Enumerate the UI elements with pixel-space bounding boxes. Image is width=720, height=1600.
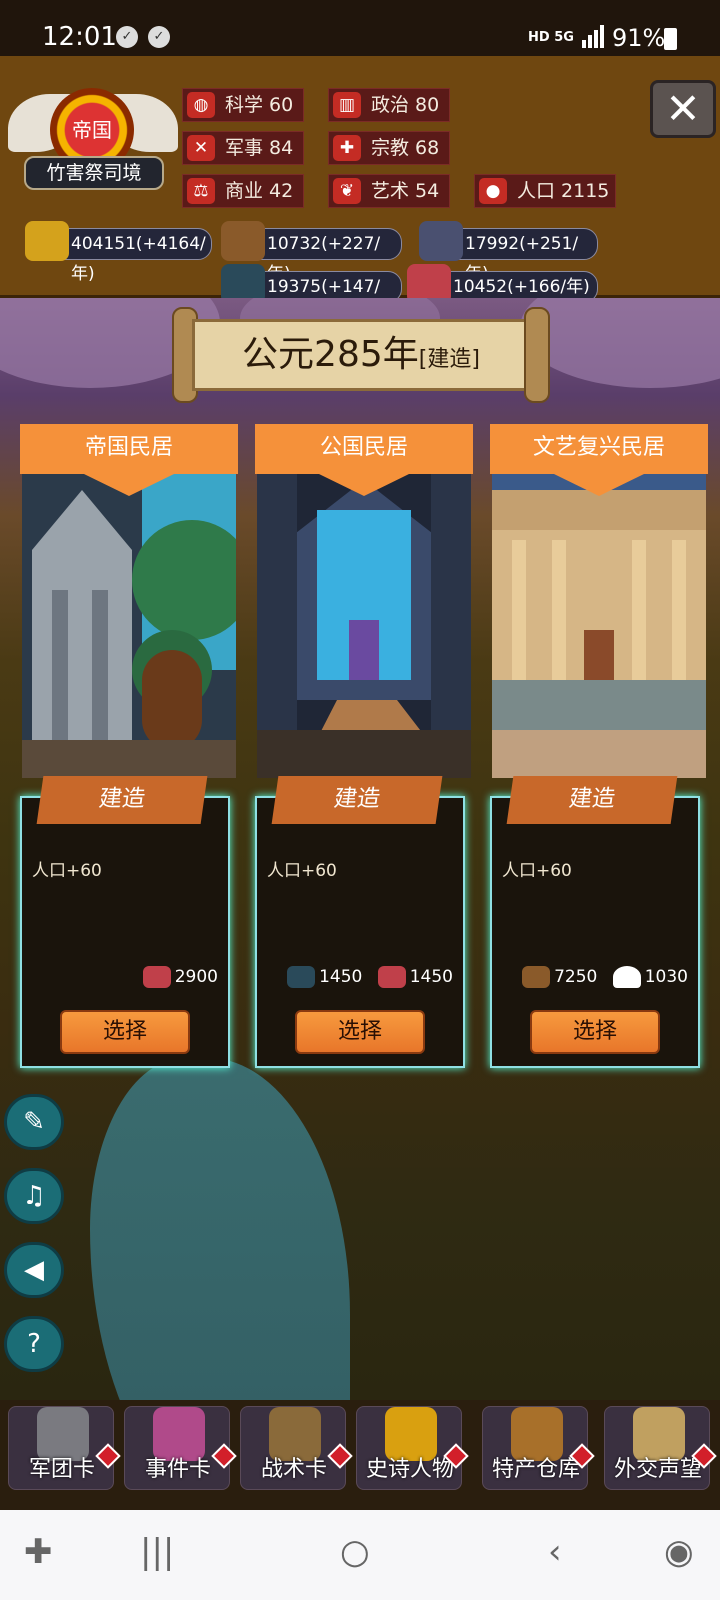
- help-icon: ?: [27, 1329, 41, 1359]
- select-button[interactable]: 选择: [530, 1010, 660, 1054]
- nav-epic-figures[interactable]: 史诗人物: [356, 1406, 469, 1490]
- app-notification-icon: ✓: [148, 26, 170, 48]
- battery-level: 91%: [612, 24, 666, 52]
- parliament-icon: ▥: [333, 92, 361, 118]
- recents-icon[interactable]: |||: [140, 1532, 174, 1572]
- stat-population[interactable]: ● 人口 2115: [474, 174, 616, 208]
- building-card-imperial[interactable]: 帝国民居 建造 人口+60 2900 选择: [20, 424, 238, 1068]
- nav-legion-cards[interactable]: 军团卡: [8, 1406, 121, 1490]
- music-button[interactable]: ♫: [4, 1168, 64, 1224]
- build-tag: 建造: [506, 776, 678, 824]
- mode-label: [建造]: [418, 347, 480, 372]
- resource-wood[interactable]: 10732(+227/年): [221, 221, 402, 284]
- imperial-house-image: [22, 470, 236, 778]
- nav-event-cards[interactable]: 事件卡: [124, 1406, 237, 1490]
- wood-logs-icon: [522, 966, 551, 988]
- gold-coins-icon: [25, 221, 69, 261]
- clock: 12:01: [42, 22, 117, 52]
- stat-religion[interactable]: ✚ 宗教 68: [328, 131, 450, 165]
- stat-commerce[interactable]: ⚖ 商业 42: [182, 174, 304, 208]
- year-banner: 公元285年[建造]: [172, 307, 550, 403]
- year-label: 公元285年: [242, 334, 419, 375]
- card-title: 帝国民居: [20, 424, 238, 496]
- stat-military[interactable]: ✕ 军事 84: [182, 131, 304, 165]
- book-quill-icon: ✎: [23, 1107, 45, 1137]
- wood-logs-icon: [221, 221, 265, 261]
- nav-tactic-cards[interactable]: 战术卡: [240, 1406, 353, 1490]
- duchy-house-image: [257, 470, 471, 778]
- app-notification-icon: ✓: [116, 26, 138, 48]
- card-title: 公国民居: [255, 424, 473, 496]
- speaker-icon: ◀: [24, 1255, 44, 1285]
- card-panel: 建造 人口+60 2900 选择: [20, 776, 230, 1068]
- empire-name: 竹害祭司境: [24, 156, 164, 190]
- stat-politics[interactable]: ▥ 政治 80: [328, 88, 450, 122]
- effect-text: 人口+60: [32, 861, 102, 881]
- cost-row: 2900: [133, 966, 218, 988]
- card-panel: 建造 人口+60 1450 1450 选择: [255, 776, 465, 1068]
- effect-text: 人口+60: [502, 861, 572, 881]
- select-button[interactable]: 选择: [60, 1010, 190, 1054]
- close-button[interactable]: ✕: [650, 80, 716, 138]
- swords-icon: ✕: [187, 135, 215, 161]
- select-button[interactable]: 选择: [295, 1010, 425, 1054]
- build-tag: 建造: [271, 776, 443, 824]
- building-card-renaissance[interactable]: 文艺复兴民居 建造 人口+60 7250 1030 选择: [490, 424, 708, 1068]
- stat-art[interactable]: ❦ 艺术 54: [328, 174, 450, 208]
- planet-icon: ◍: [187, 92, 215, 118]
- build-tag: 建造: [36, 776, 208, 824]
- art-icon: ❦: [333, 178, 361, 204]
- resource-gold[interactable]: 404151(+4164/年): [25, 221, 212, 284]
- nav-specialty-warehouse[interactable]: 特产仓库: [482, 1406, 595, 1490]
- chronicle-button[interactable]: ✎: [4, 1094, 64, 1150]
- renaissance-house-image: [492, 470, 706, 778]
- person-icon: [612, 966, 641, 988]
- game-launcher-icon[interactable]: ✚: [24, 1532, 53, 1572]
- help-button[interactable]: ?: [4, 1316, 64, 1372]
- cross-icon: ✚: [333, 135, 361, 161]
- card-panel: 建造 人口+60 7250 1030 选择: [490, 776, 700, 1068]
- meat-icon: [142, 966, 171, 988]
- battery-icon: [664, 28, 677, 50]
- system-nav-bar: ✚ ||| ○ ‹ ◉: [0, 1510, 720, 1600]
- crate-icon: [287, 966, 316, 988]
- nav-diplomatic-prestige[interactable]: 外交声望: [604, 1406, 717, 1490]
- cost-row: 7250 1030: [512, 966, 688, 988]
- cost-row: 1450 1450: [277, 966, 453, 988]
- music-icon: ♫: [22, 1181, 46, 1211]
- person-icon: ●: [479, 178, 507, 204]
- empire-emblem[interactable]: 帝国 竹害祭司境: [8, 80, 180, 192]
- sound-button[interactable]: ◀: [4, 1242, 64, 1298]
- assistant-icon[interactable]: ◉: [664, 1532, 694, 1572]
- building-card-duchy[interactable]: 公国民居 建造 人口+60 1450 1450 选择: [255, 424, 473, 1068]
- effect-text: 人口+60: [267, 861, 337, 881]
- network-indicator: HD 5G: [528, 30, 574, 45]
- scales-icon: ⚖: [187, 178, 215, 204]
- back-icon[interactable]: ‹: [548, 1532, 562, 1572]
- home-icon[interactable]: ○: [340, 1532, 370, 1572]
- stat-science[interactable]: ◍ 科学 60: [182, 88, 304, 122]
- meat-icon: [377, 966, 406, 988]
- card-title: 文艺复兴民居: [490, 424, 708, 496]
- ore-icon: [419, 221, 463, 261]
- signal-icon: [582, 25, 604, 48]
- resource-ore[interactable]: 17992(+251/年): [419, 221, 598, 284]
